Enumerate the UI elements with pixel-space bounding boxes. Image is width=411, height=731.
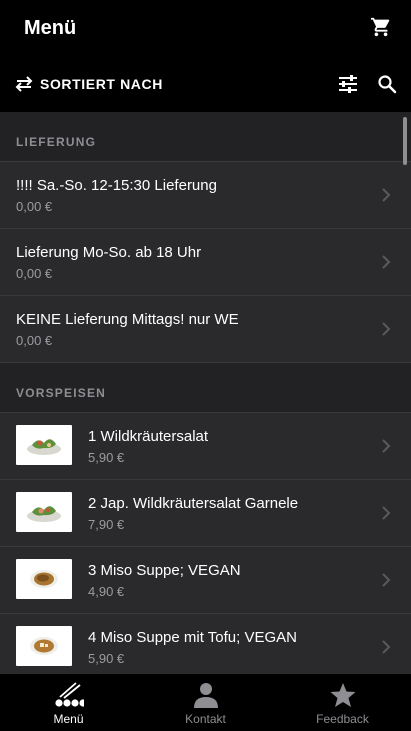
shopping-cart-icon[interactable]: [370, 16, 392, 38]
list-item[interactable]: !!!! Sa.-So. 12-15:30 Lieferung 0,00 €: [0, 162, 411, 229]
sort-by-button[interactable]: SORTIERT NACH: [40, 76, 163, 92]
tab-label: Feedback: [316, 712, 369, 726]
search-icon[interactable]: [377, 74, 397, 94]
item-name: 4 Miso Suppe mit Tofu; VEGAN: [88, 629, 297, 646]
list-item[interactable]: 2 Jap. Wildkräutersalat Garnele 7,90 €: [0, 480, 411, 547]
tab-menu[interactable]: Menü: [0, 674, 137, 731]
item-price: 0,00 €: [16, 333, 53, 348]
tab-label: Kontakt: [185, 712, 226, 726]
section-header-vorspeisen: VORSPEISEN: [0, 363, 411, 413]
item-price: 4,90 €: [88, 584, 125, 599]
item-price: 7,90 €: [88, 517, 125, 532]
sushi-chopsticks-icon: [55, 682, 84, 707]
item-name: KEINE Lieferung Mittags! nur WE: [16, 311, 239, 328]
list-item[interactable]: 1 Wildkräutersalat 5,90 €: [0, 413, 411, 480]
top-bar: Menü SORTIERT NACH: [0, 0, 411, 112]
swap-arrows-icon[interactable]: [14, 75, 34, 93]
salad-thumbnail: [16, 425, 72, 465]
sort-bar: SORTIERT NACH: [0, 62, 411, 106]
item-name: 3 Miso Suppe; VEGAN: [88, 562, 241, 579]
item-name: !!!! Sa.-So. 12-15:30 Lieferung: [16, 177, 217, 194]
scrollbar[interactable]: [403, 117, 407, 165]
chevron-right-icon: [382, 439, 391, 453]
item-price: 5,90 €: [88, 450, 125, 465]
item-name: 2 Jap. Wildkräutersalat Garnele: [88, 495, 299, 512]
list-item[interactable]: KEINE Lieferung Mittags! nur WE 0,00 €: [0, 296, 411, 363]
item-name: 1 Wildkräutersalat: [88, 428, 209, 445]
menu-list[interactable]: LIEFERUNG !!!! Sa.-So. 12-15:30 Lieferun…: [0, 112, 411, 674]
item-price: 5,90 €: [88, 651, 125, 666]
item-price: 0,00 €: [16, 266, 53, 281]
tab-bar: Menü Kontakt Feedback: [0, 674, 411, 731]
chevron-right-icon: [382, 188, 391, 202]
chevron-right-icon: [382, 255, 391, 269]
section-title: VORSPEISEN: [16, 386, 107, 400]
chevron-right-icon: [382, 640, 391, 654]
item-name: Lieferung Mo-So. ab 18 Uhr: [16, 244, 202, 261]
chevron-right-icon: [382, 322, 391, 336]
section-title: LIEFERUNG: [16, 135, 97, 149]
tab-kontakt[interactable]: Kontakt: [137, 674, 274, 731]
star-icon: [330, 683, 356, 707]
page-title: Menü: [24, 17, 77, 39]
list-item[interactable]: 3 Miso Suppe; VEGAN 4,90 €: [0, 547, 411, 614]
list-item[interactable]: 4 Miso Suppe mit Tofu; VEGAN 5,90 €: [0, 614, 411, 674]
section-header-lieferung: LIEFERUNG: [0, 112, 411, 162]
list-item[interactable]: Lieferung Mo-So. ab 18 Uhr 0,00 €: [0, 229, 411, 296]
salad-thumbnail: [16, 492, 72, 532]
tab-label: Menü: [53, 712, 84, 726]
chevron-right-icon: [382, 506, 391, 520]
sliders-icon[interactable]: [337, 73, 359, 95]
soup-thumbnail: [16, 626, 72, 666]
chevron-right-icon: [382, 573, 391, 587]
person-icon: [194, 683, 218, 708]
tab-feedback[interactable]: Feedback: [274, 674, 411, 731]
item-price: 0,00 €: [16, 199, 53, 214]
soup-thumbnail: [16, 559, 72, 599]
